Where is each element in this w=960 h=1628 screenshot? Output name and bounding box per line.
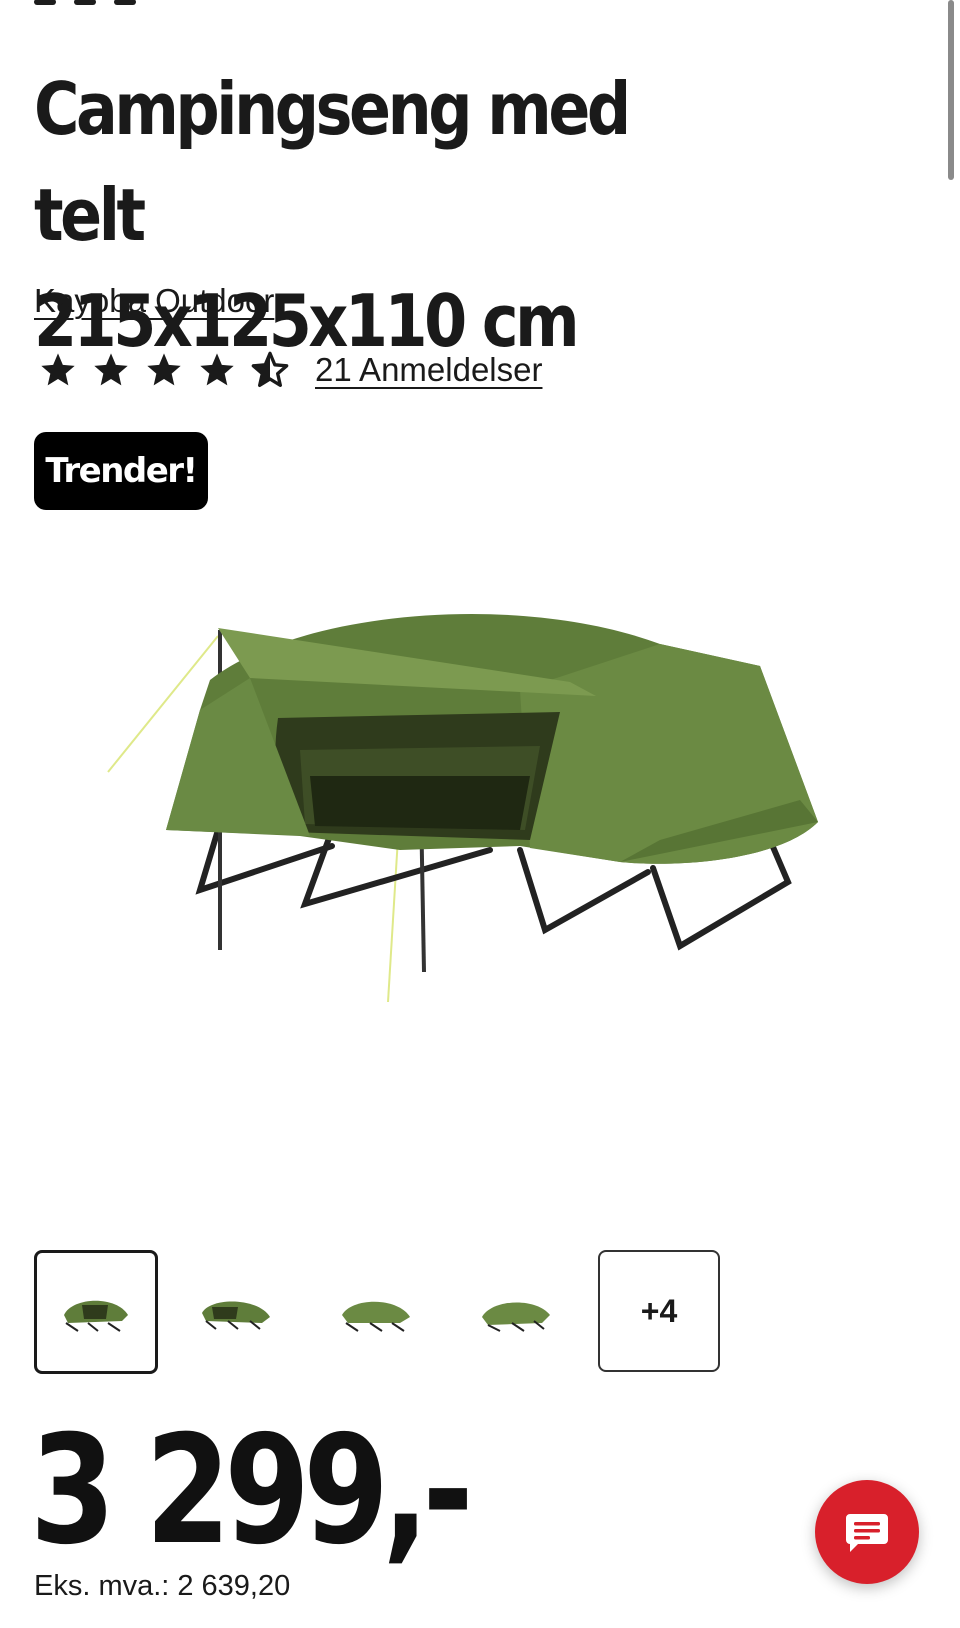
more-images-button[interactable]: +4 <box>598 1250 720 1372</box>
chat-button[interactable] <box>815 1480 919 1584</box>
reviews-link[interactable]: 21 Anmeldelser <box>315 351 542 389</box>
star-icon <box>200 353 234 386</box>
product-image-tent[interactable] <box>100 600 860 1060</box>
star-icon <box>94 353 128 386</box>
brand-link[interactable]: Kayoba Outdoor <box>34 282 274 320</box>
product-title-line-1: Campingseng med telt <box>34 67 631 257</box>
scrollbar[interactable] <box>948 0 954 180</box>
chat-icon <box>846 1514 888 1552</box>
trending-badge: Trender! <box>34 432 208 510</box>
thumbnail-strip: +4 <box>34 1250 736 1374</box>
star-icon <box>147 353 181 386</box>
thumbnail-2[interactable] <box>174 1250 298 1374</box>
thumbnail-4[interactable] <box>454 1250 578 1374</box>
tent-thumbnail-icon <box>202 1301 270 1330</box>
top-nav-fragment <box>34 0 174 6</box>
thumbnail-1[interactable] <box>34 1250 158 1374</box>
ex-vat-value: 2 639,20 <box>177 1570 291 1602</box>
tent-thumbnail-icon <box>342 1301 410 1332</box>
star-icon <box>41 353 75 386</box>
thumbnail-3[interactable] <box>314 1250 438 1374</box>
price: 3 299,- <box>30 1404 474 1578</box>
tent-thumbnail-icon <box>482 1302 550 1332</box>
product-title: Campingseng med telt 215x125x110 cm <box>34 56 688 374</box>
ex-vat-label: Eks. mva.: <box>34 1570 170 1602</box>
tent-thumbnail-icon <box>64 1300 128 1332</box>
rating-row: 21 Anmeldelser <box>38 350 542 390</box>
price-ex-vat: Eks. mva.: 2 639,20 <box>34 1570 290 1603</box>
half-star-icon <box>251 351 289 387</box>
